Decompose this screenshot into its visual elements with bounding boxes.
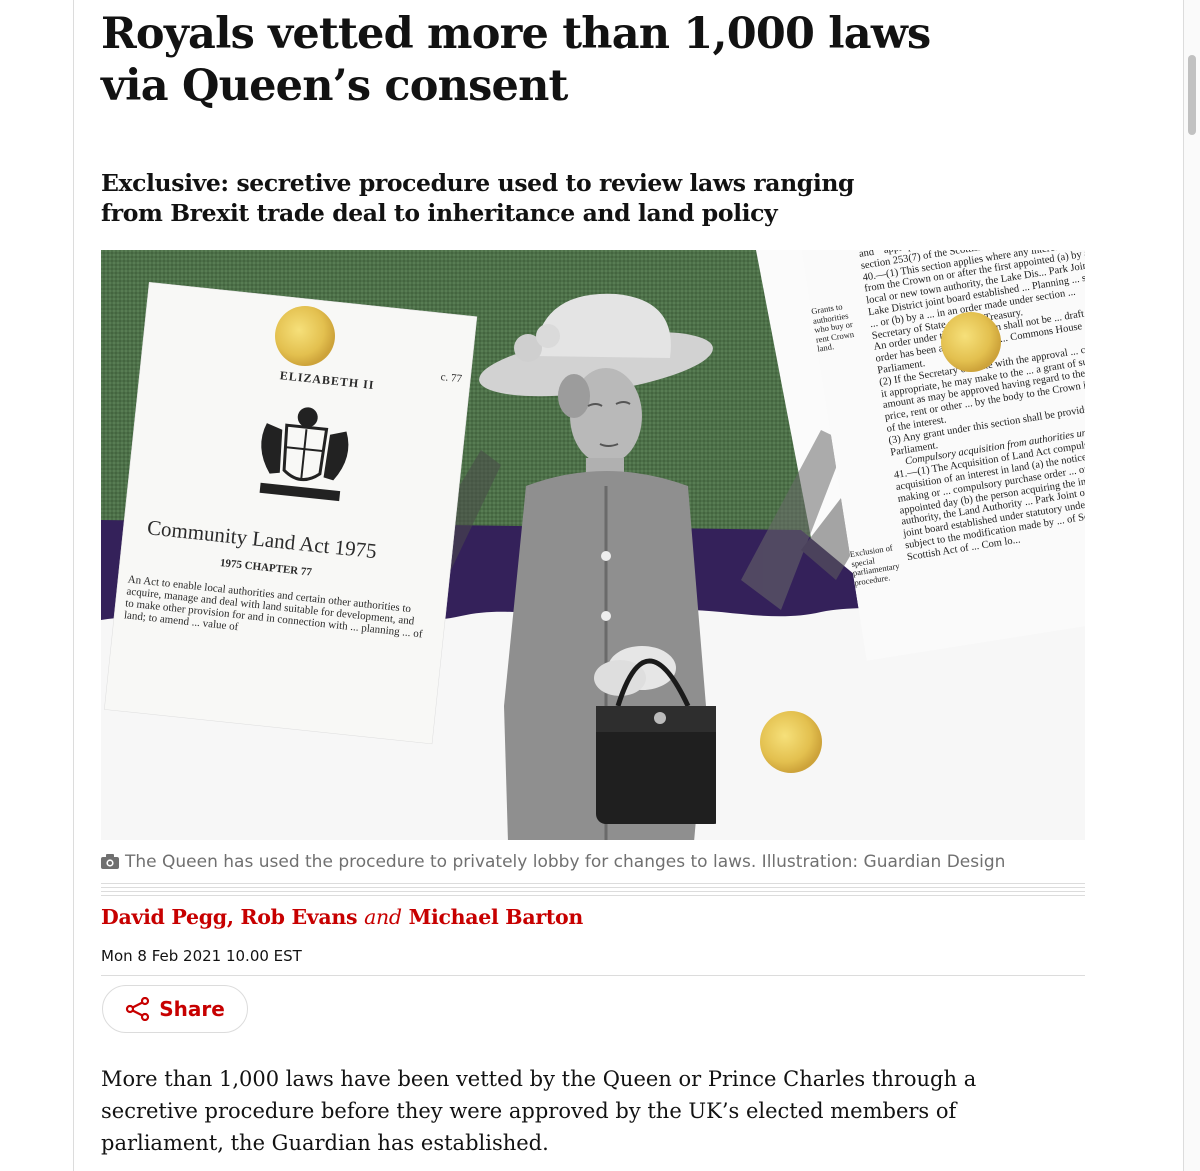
author-link[interactable]: Rob Evans (241, 905, 358, 929)
byline-conjunction: and (364, 905, 402, 929)
share-label: Share (159, 997, 225, 1021)
vertical-scrollbar[interactable] (1184, 0, 1200, 1171)
publish-date: Mon 8 Feb 2021 10.00 EST (101, 947, 302, 965)
author-link[interactable]: David Pegg (101, 905, 227, 929)
queen-figure (479, 293, 716, 840)
main-illustration: ELIZABETH II c. 77 Community Land Act 19… (101, 250, 1085, 840)
divider (101, 975, 1085, 976)
scrollbar-thumb[interactable] (1188, 55, 1196, 135)
byline: David Pegg, Rob Evans and Michael Barton (101, 903, 583, 931)
image-caption: The Queen has used the procedure to priv… (101, 851, 1005, 873)
author-link[interactable]: Michael Barton (409, 905, 584, 929)
gold-coin-icon (760, 711, 822, 773)
divider-lines (101, 883, 1085, 899)
article-standfirst: Exclusive: secretive procedure used to r… (101, 169, 855, 227)
gold-coin-icon (941, 312, 1001, 372)
camera-icon (101, 854, 119, 869)
caption-text: The Queen has used the procedure to priv… (125, 852, 1006, 872)
article-headline: Royals vetted more than 1,000 laws via Q… (101, 9, 931, 111)
byline-separator: , (226, 905, 234, 929)
article-body-paragraph: More than 1,000 laws have been vetted by… (101, 1067, 977, 1155)
gold-coin-icon (275, 306, 335, 366)
share-button[interactable]: Share (102, 985, 248, 1033)
share-icon (126, 997, 150, 1021)
